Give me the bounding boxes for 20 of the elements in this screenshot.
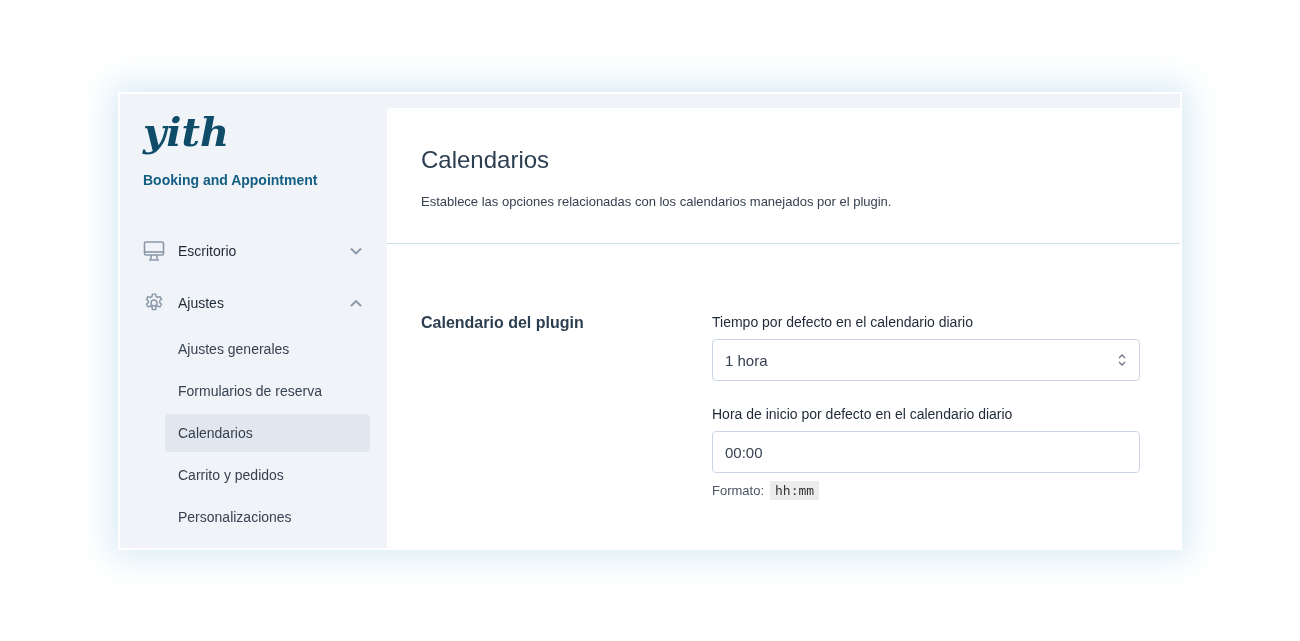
- brand-logo: yith: [143, 108, 229, 157]
- nav-item[interactable]: Escritorio: [178, 243, 349, 259]
- plugin-name: Booking and Appointment: [143, 172, 318, 188]
- input-field[interactable]: 00:00: [712, 431, 1140, 473]
- page-title: Calendarios: [421, 146, 551, 174]
- monitor-icon: [143, 240, 165, 262]
- nav-item[interactable]: Ajustes: [178, 295, 349, 311]
- submenu-item[interactable]: Carrito y pedidos: [165, 456, 370, 494]
- submenu-item[interactable]: Ajustes generales: [165, 330, 370, 368]
- select-field[interactable]: 1 hora: [712, 339, 1140, 381]
- help-text: Formato:: [712, 483, 764, 498]
- page-description: Establece las opciones relacionadas con los calendarios manejados por el plugin.: [421, 194, 893, 209]
- submenu-item[interactable]: Formularios de reserva: [165, 372, 370, 410]
- submenu-item[interactable]: Calendarios: [165, 414, 370, 452]
- section-title: Calendario del plugin: [421, 314, 585, 332]
- format-code: hh:mm: [770, 481, 820, 500]
- field-label: Tiempo por defecto en el calendario diario: [712, 314, 974, 330]
- field-label: Hora de inicio por defecto en el calendario diario: [712, 406, 1014, 422]
- sort-arrows-icon: [1117, 353, 1127, 367]
- submenu-item[interactable]: Personalizaciones: [165, 498, 370, 536]
